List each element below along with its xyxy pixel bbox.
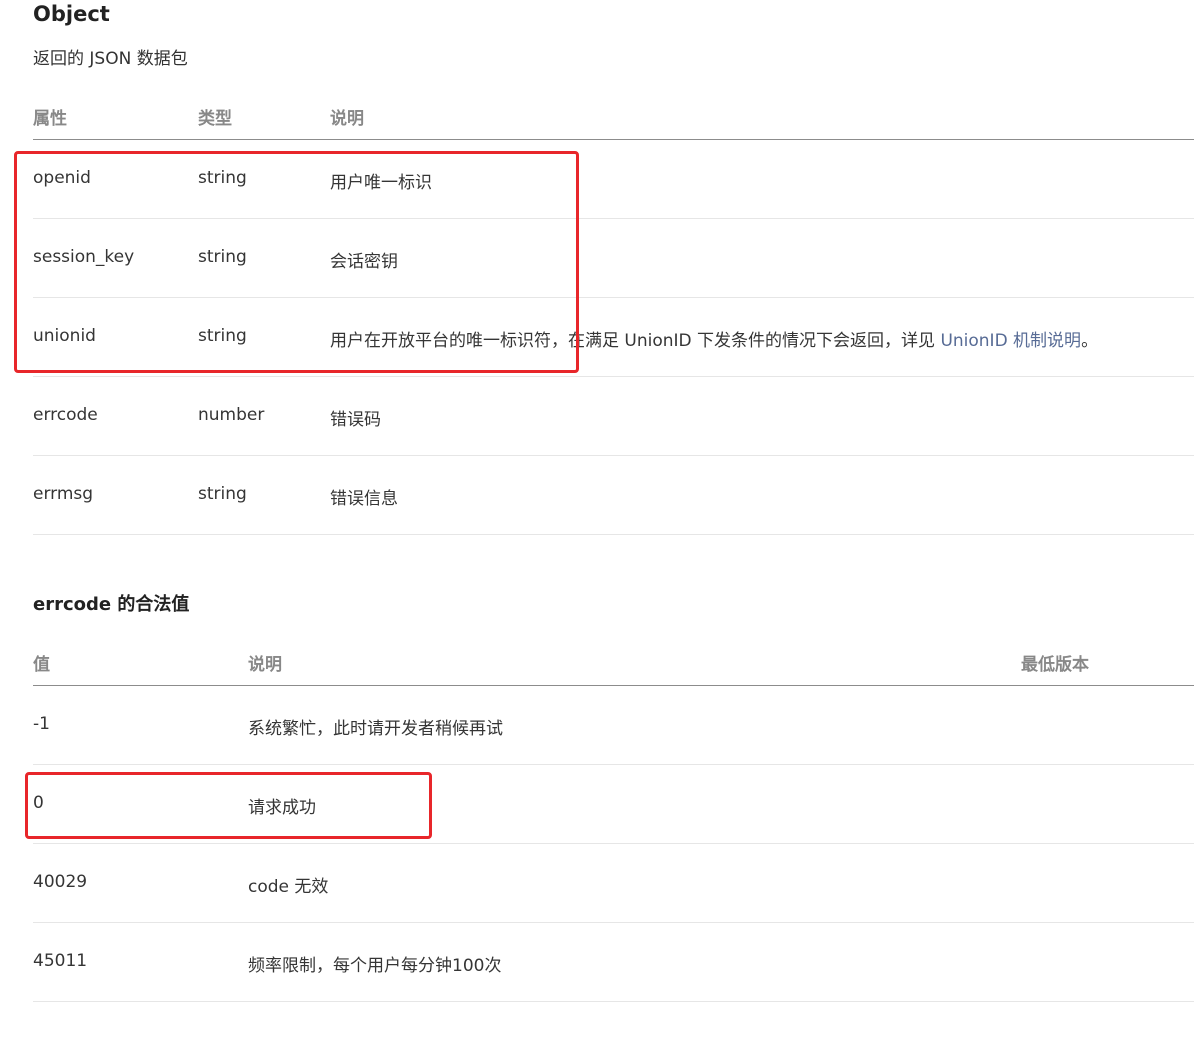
object-table: 属性 类型 说明 openid string 用户唯一标识 session_ke… bbox=[33, 92, 1194, 535]
table-header-row: 值 说明 最低版本 bbox=[33, 638, 1194, 686]
header-type: 类型 bbox=[198, 109, 232, 129]
table-row: unionid string 用户在开放平台的唯一标识符，在满足 UnionID… bbox=[33, 298, 1194, 377]
row-description: 用户唯一标识 bbox=[330, 173, 432, 193]
row-description: 错误信息 bbox=[330, 489, 398, 509]
row-type: string bbox=[198, 326, 247, 346]
row-name: unionid bbox=[33, 326, 96, 346]
table-header-row: 属性 类型 说明 bbox=[33, 92, 1194, 140]
table-row: session_key string 会话密钥 bbox=[33, 219, 1194, 298]
table-row: -1 系统繁忙，此时请开发者稍候再试 bbox=[33, 686, 1194, 765]
table-row: 0 请求成功 bbox=[33, 765, 1194, 844]
row-type: number bbox=[198, 405, 265, 425]
row-description: code 无效 bbox=[248, 877, 329, 897]
row-name: openid bbox=[33, 168, 91, 188]
unionid-mechanism-link[interactable]: UnionID 机制说明 bbox=[940, 331, 1081, 351]
header-min-version: 最低版本 bbox=[1021, 655, 1089, 675]
row-description: 请求成功 bbox=[248, 798, 316, 818]
object-title: Object bbox=[33, 2, 110, 26]
row-description: 用户在开放平台的唯一标识符，在满足 UnionID 下发条件的情况下会返回，详见… bbox=[330, 326, 1098, 351]
row-value: 0 bbox=[33, 793, 44, 813]
header-description: 说明 bbox=[248, 655, 282, 675]
header-value: 值 bbox=[33, 655, 50, 675]
row-value: 45011 bbox=[33, 951, 88, 971]
errcode-section-title: errcode 的合法值 bbox=[33, 594, 190, 615]
errcode-table: 值 说明 最低版本 -1 系统繁忙，此时请开发者稍候再试 0 请求成功 4002… bbox=[33, 638, 1194, 1002]
row-description-text: 用户在开放平台的唯一标识符，在满足 UnionID 下发条件的情况下会返回，详见 bbox=[330, 331, 941, 351]
header-attribute: 属性 bbox=[33, 109, 67, 129]
row-type: string bbox=[198, 247, 247, 267]
row-name: errcode bbox=[33, 405, 98, 425]
row-type: string bbox=[198, 168, 247, 188]
row-description: 错误码 bbox=[330, 410, 381, 430]
row-value: 40029 bbox=[33, 872, 88, 892]
row-description: 频率限制，每个用户每分钟100次 bbox=[248, 956, 502, 976]
row-description: 系统繁忙，此时请开发者稍候再试 bbox=[248, 719, 503, 739]
table-row: 40029 code 无效 bbox=[33, 844, 1194, 923]
row-value: -1 bbox=[33, 714, 50, 734]
table-row: openid string 用户唯一标识 bbox=[33, 140, 1194, 219]
row-description: 会话密钥 bbox=[330, 252, 398, 272]
row-name: errmsg bbox=[33, 484, 94, 504]
row-type: string bbox=[198, 484, 247, 504]
object-subtitle: 返回的 JSON 数据包 bbox=[33, 49, 188, 69]
row-description-tail: 。 bbox=[1081, 331, 1099, 351]
header-description: 说明 bbox=[330, 109, 364, 129]
table-row: 45011 频率限制，每个用户每分钟100次 bbox=[33, 923, 1194, 1002]
table-row: errcode number 错误码 bbox=[33, 377, 1194, 456]
table-row: errmsg string 错误信息 bbox=[33, 456, 1194, 535]
row-name: session_key bbox=[33, 247, 135, 267]
